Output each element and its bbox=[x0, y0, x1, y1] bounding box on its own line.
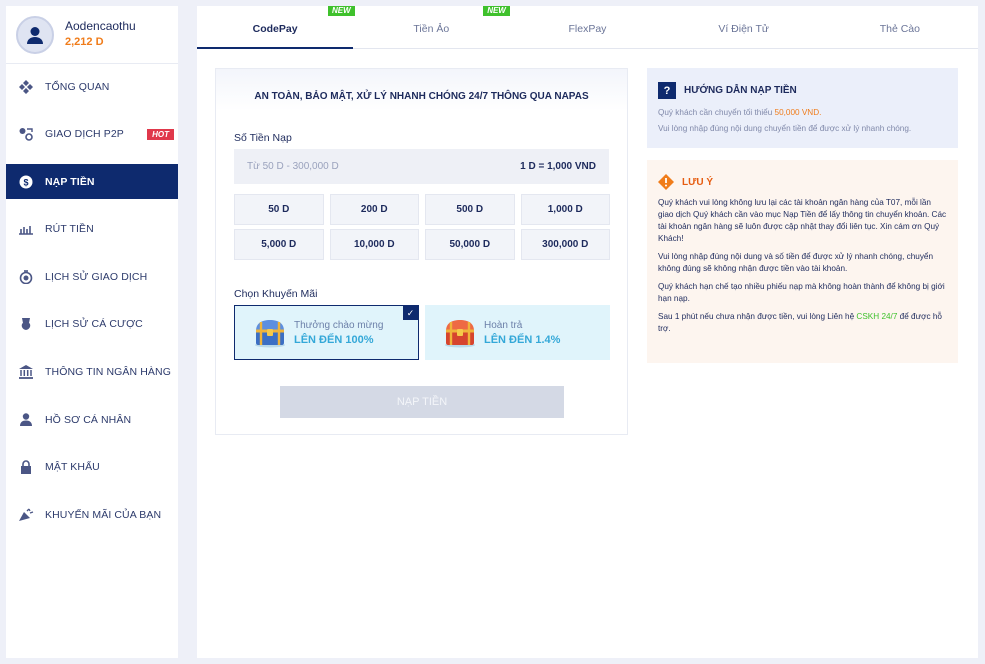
notice-paragraph: Sau 1 phút nếu chưa nhận được tiền, vui … bbox=[658, 311, 947, 335]
amount-placeholder: Từ 50 D - 300,000 D bbox=[247, 161, 339, 172]
lock-icon bbox=[18, 459, 34, 475]
deposit-icon: $ bbox=[18, 174, 34, 190]
deposit-form: AN TOÀN, BẢO MẬT, XỬ LÝ NHANH CHÓNG 24/7… bbox=[215, 68, 628, 435]
sidebar-item-label: KHUYẾN MÃI CỦA BẠN bbox=[45, 508, 162, 521]
support-link[interactable]: CSKH 24/7 bbox=[856, 312, 897, 321]
amount-label: Số Tiền Nạp bbox=[234, 132, 292, 144]
amount-option-button[interactable]: 200 D bbox=[329, 194, 419, 225]
guide-line-2: Vui lòng nhập đúng nội dung chuyển tiền … bbox=[658, 124, 912, 133]
sidebar-item-transaction-history[interactable]: LỊCH SỬ GIAO DỊCH bbox=[6, 259, 178, 294]
notice-title: LƯU Ý bbox=[682, 176, 714, 188]
sidebar-item-label: MẬT KHẨU bbox=[45, 461, 100, 474]
amount-option-button[interactable]: 50,000 D bbox=[425, 229, 515, 260]
min-amount: 50,000 VND. bbox=[774, 108, 822, 117]
amount-input[interactable]: Từ 50 D - 300,000 D 1 D = 1,000 VND bbox=[234, 149, 609, 184]
checkmark-icon: ✓ bbox=[403, 306, 418, 320]
treasure-chest-icon bbox=[445, 319, 475, 347]
sidebar-item-label: GIAO DỊCH P2P bbox=[45, 128, 124, 141]
sidebar-item-deposit[interactable]: $ NẠP TIỀN bbox=[6, 164, 178, 200]
sidebar-item-label: NẠP TIỀN bbox=[45, 175, 95, 188]
sidebar-menu: TỔNG QUAN GIAO DỊCH P2P HOT $ NẠP TIỀN R… bbox=[6, 69, 178, 532]
promo-options: Thưởng chào mừng LÊN ĐẾN 100% ✓ Hoàn trả… bbox=[234, 305, 610, 360]
promo-option-welcome[interactable]: Thưởng chào mừng LÊN ĐẾN 100% ✓ bbox=[234, 305, 419, 360]
tab-scratch-card[interactable]: Thẻ Cào bbox=[822, 6, 978, 48]
guide-title: HƯỚNG DẪN NẠP TIỀN bbox=[684, 85, 797, 96]
tab-codepay[interactable]: CodePay NEW bbox=[197, 6, 355, 49]
tab-label: FlexPay bbox=[568, 23, 607, 35]
tab-label: Thẻ Cào bbox=[879, 23, 920, 35]
sidebar-item-password[interactable]: MẬT KHẨU bbox=[6, 450, 178, 485]
withdraw-icon bbox=[18, 221, 34, 237]
svg-text:$: $ bbox=[23, 177, 28, 187]
notice-paragraph: Quý khách vui lòng không lưu lại các tài… bbox=[658, 198, 947, 243]
deposit-title: AN TOÀN, BẢO MẬT, XỬ LÝ NHANH CHÓNG 24/7… bbox=[216, 69, 627, 111]
notice-paragraph: Quý khách hạn chế tạo nhiều phiếu nạp mà… bbox=[658, 282, 945, 303]
amount-option-button[interactable]: 50 D bbox=[234, 194, 324, 225]
user-avatar-icon bbox=[27, 26, 43, 44]
notice-box: LƯU Ý Quý khách vui lòng không lưu lại c… bbox=[647, 160, 958, 363]
tab-flexpay[interactable]: FlexPay bbox=[509, 6, 665, 48]
profile-header[interactable]: Aodencaothu 2,212 D bbox=[6, 6, 178, 64]
promotion-icon bbox=[18, 507, 34, 523]
sidebar-item-label: HỒ SƠ CÁ NHÂN bbox=[45, 413, 132, 426]
amount-option-button[interactable]: 300,000 D bbox=[520, 229, 610, 260]
promo-value: LÊN ĐẾN 1.4% bbox=[484, 333, 561, 346]
balance: 2,212 D bbox=[65, 36, 104, 48]
amount-option-button[interactable]: 10,000 D bbox=[329, 229, 419, 260]
user-icon bbox=[18, 412, 34, 428]
sidebar-item-profile[interactable]: HỒ SƠ CÁ NHÂN bbox=[6, 402, 178, 437]
sidebar-item-bet-history[interactable]: LỊCH SỬ CÁ CƯỢC bbox=[6, 307, 178, 342]
promo-label: Chọn Khuyến Mãi bbox=[234, 288, 318, 300]
new-badge: NEW bbox=[483, 6, 510, 16]
sidebar-item-withdraw[interactable]: RÚT TIỀN bbox=[6, 212, 178, 247]
warning-icon bbox=[658, 174, 674, 190]
amount-options: 50 D 200 D 500 D 1,000 D 5,000 D 10,000 … bbox=[234, 194, 610, 260]
new-badge: NEW bbox=[328, 6, 355, 16]
sidebar-item-bank-info[interactable]: THÔNG TIN NGÂN HÀNG bbox=[6, 355, 178, 390]
exchange-rate: 1 D = 1,000 VND bbox=[520, 161, 596, 172]
tab-label: Ví Điện Tử bbox=[718, 23, 769, 35]
tab-label: Tiền Ảo bbox=[413, 23, 450, 35]
payment-tabs: CodePay NEW Tiền Ảo NEW FlexPay Ví Điện … bbox=[197, 6, 978, 49]
sidebar-item-label: LỊCH SỬ CÁ CƯỢC bbox=[45, 318, 143, 331]
amount-option-button[interactable]: 5,000 D bbox=[234, 229, 324, 260]
sidebar-item-promotions[interactable]: KHUYẾN MÃI CỦA BẠN bbox=[6, 497, 178, 532]
bet-history-icon bbox=[18, 316, 34, 332]
tab-crypto[interactable]: Tiền Ảo NEW bbox=[353, 6, 510, 48]
help-icon: ? bbox=[658, 82, 676, 99]
promo-option-cashback[interactable]: Hoàn trả LÊN ĐẾN 1.4% bbox=[425, 305, 610, 360]
deposit-guide: ? HƯỚNG DẪN NẠP TIỀN Quý khách cần chuyể… bbox=[647, 68, 958, 148]
sidebar-item-label: THÔNG TIN NGÂN HÀNG bbox=[45, 366, 171, 379]
promo-title: Hoàn trả bbox=[484, 319, 523, 331]
notice-paragraph: Vui lòng nhập đúng nội dung và số tiền đ… bbox=[658, 252, 934, 273]
amount-option-button[interactable]: 500 D bbox=[425, 194, 515, 225]
overview-icon bbox=[18, 79, 34, 95]
tab-e-wallet[interactable]: Ví Điện Tử bbox=[666, 6, 822, 48]
sidebar-item-label: TỔNG QUAN bbox=[45, 80, 110, 93]
sidebar: Aodencaothu 2,212 D TỔNG QUAN GIAO DỊCH … bbox=[6, 6, 178, 658]
deposit-submit-button[interactable]: NẠP TIỀN bbox=[280, 386, 564, 418]
sidebar-item-p2p[interactable]: GIAO DỊCH P2P HOT bbox=[6, 117, 178, 152]
guide-line-1: Quý khách cần chuyển tối thiểu 50,000 VN… bbox=[658, 108, 947, 117]
sidebar-item-label: RÚT TIỀN bbox=[45, 223, 94, 236]
amount-option-button[interactable]: 1,000 D bbox=[520, 194, 610, 225]
main-panel: CodePay NEW Tiền Ảo NEW FlexPay Ví Điện … bbox=[197, 6, 978, 658]
username: Aodencaothu bbox=[65, 19, 136, 33]
guide-text: Quý khách cần chuyển tối thiểu bbox=[658, 108, 775, 117]
tab-label: CodePay bbox=[252, 23, 298, 35]
promo-title: Thưởng chào mừng bbox=[294, 319, 384, 331]
avatar[interactable] bbox=[16, 15, 54, 54]
treasure-chest-icon bbox=[255, 319, 285, 347]
transaction-history-icon bbox=[18, 269, 34, 285]
bank-icon bbox=[18, 364, 34, 380]
promo-value: LÊN ĐẾN 100% bbox=[294, 333, 374, 346]
sidebar-item-overview[interactable]: TỔNG QUAN bbox=[6, 69, 178, 104]
sidebar-item-label: LỊCH SỬ GIAO DỊCH bbox=[45, 270, 148, 283]
notice-text: Sau 1 phút nếu chưa nhận được tiền, vui … bbox=[658, 312, 857, 321]
hot-badge: HOT bbox=[147, 128, 174, 140]
p2p-icon bbox=[18, 126, 34, 142]
